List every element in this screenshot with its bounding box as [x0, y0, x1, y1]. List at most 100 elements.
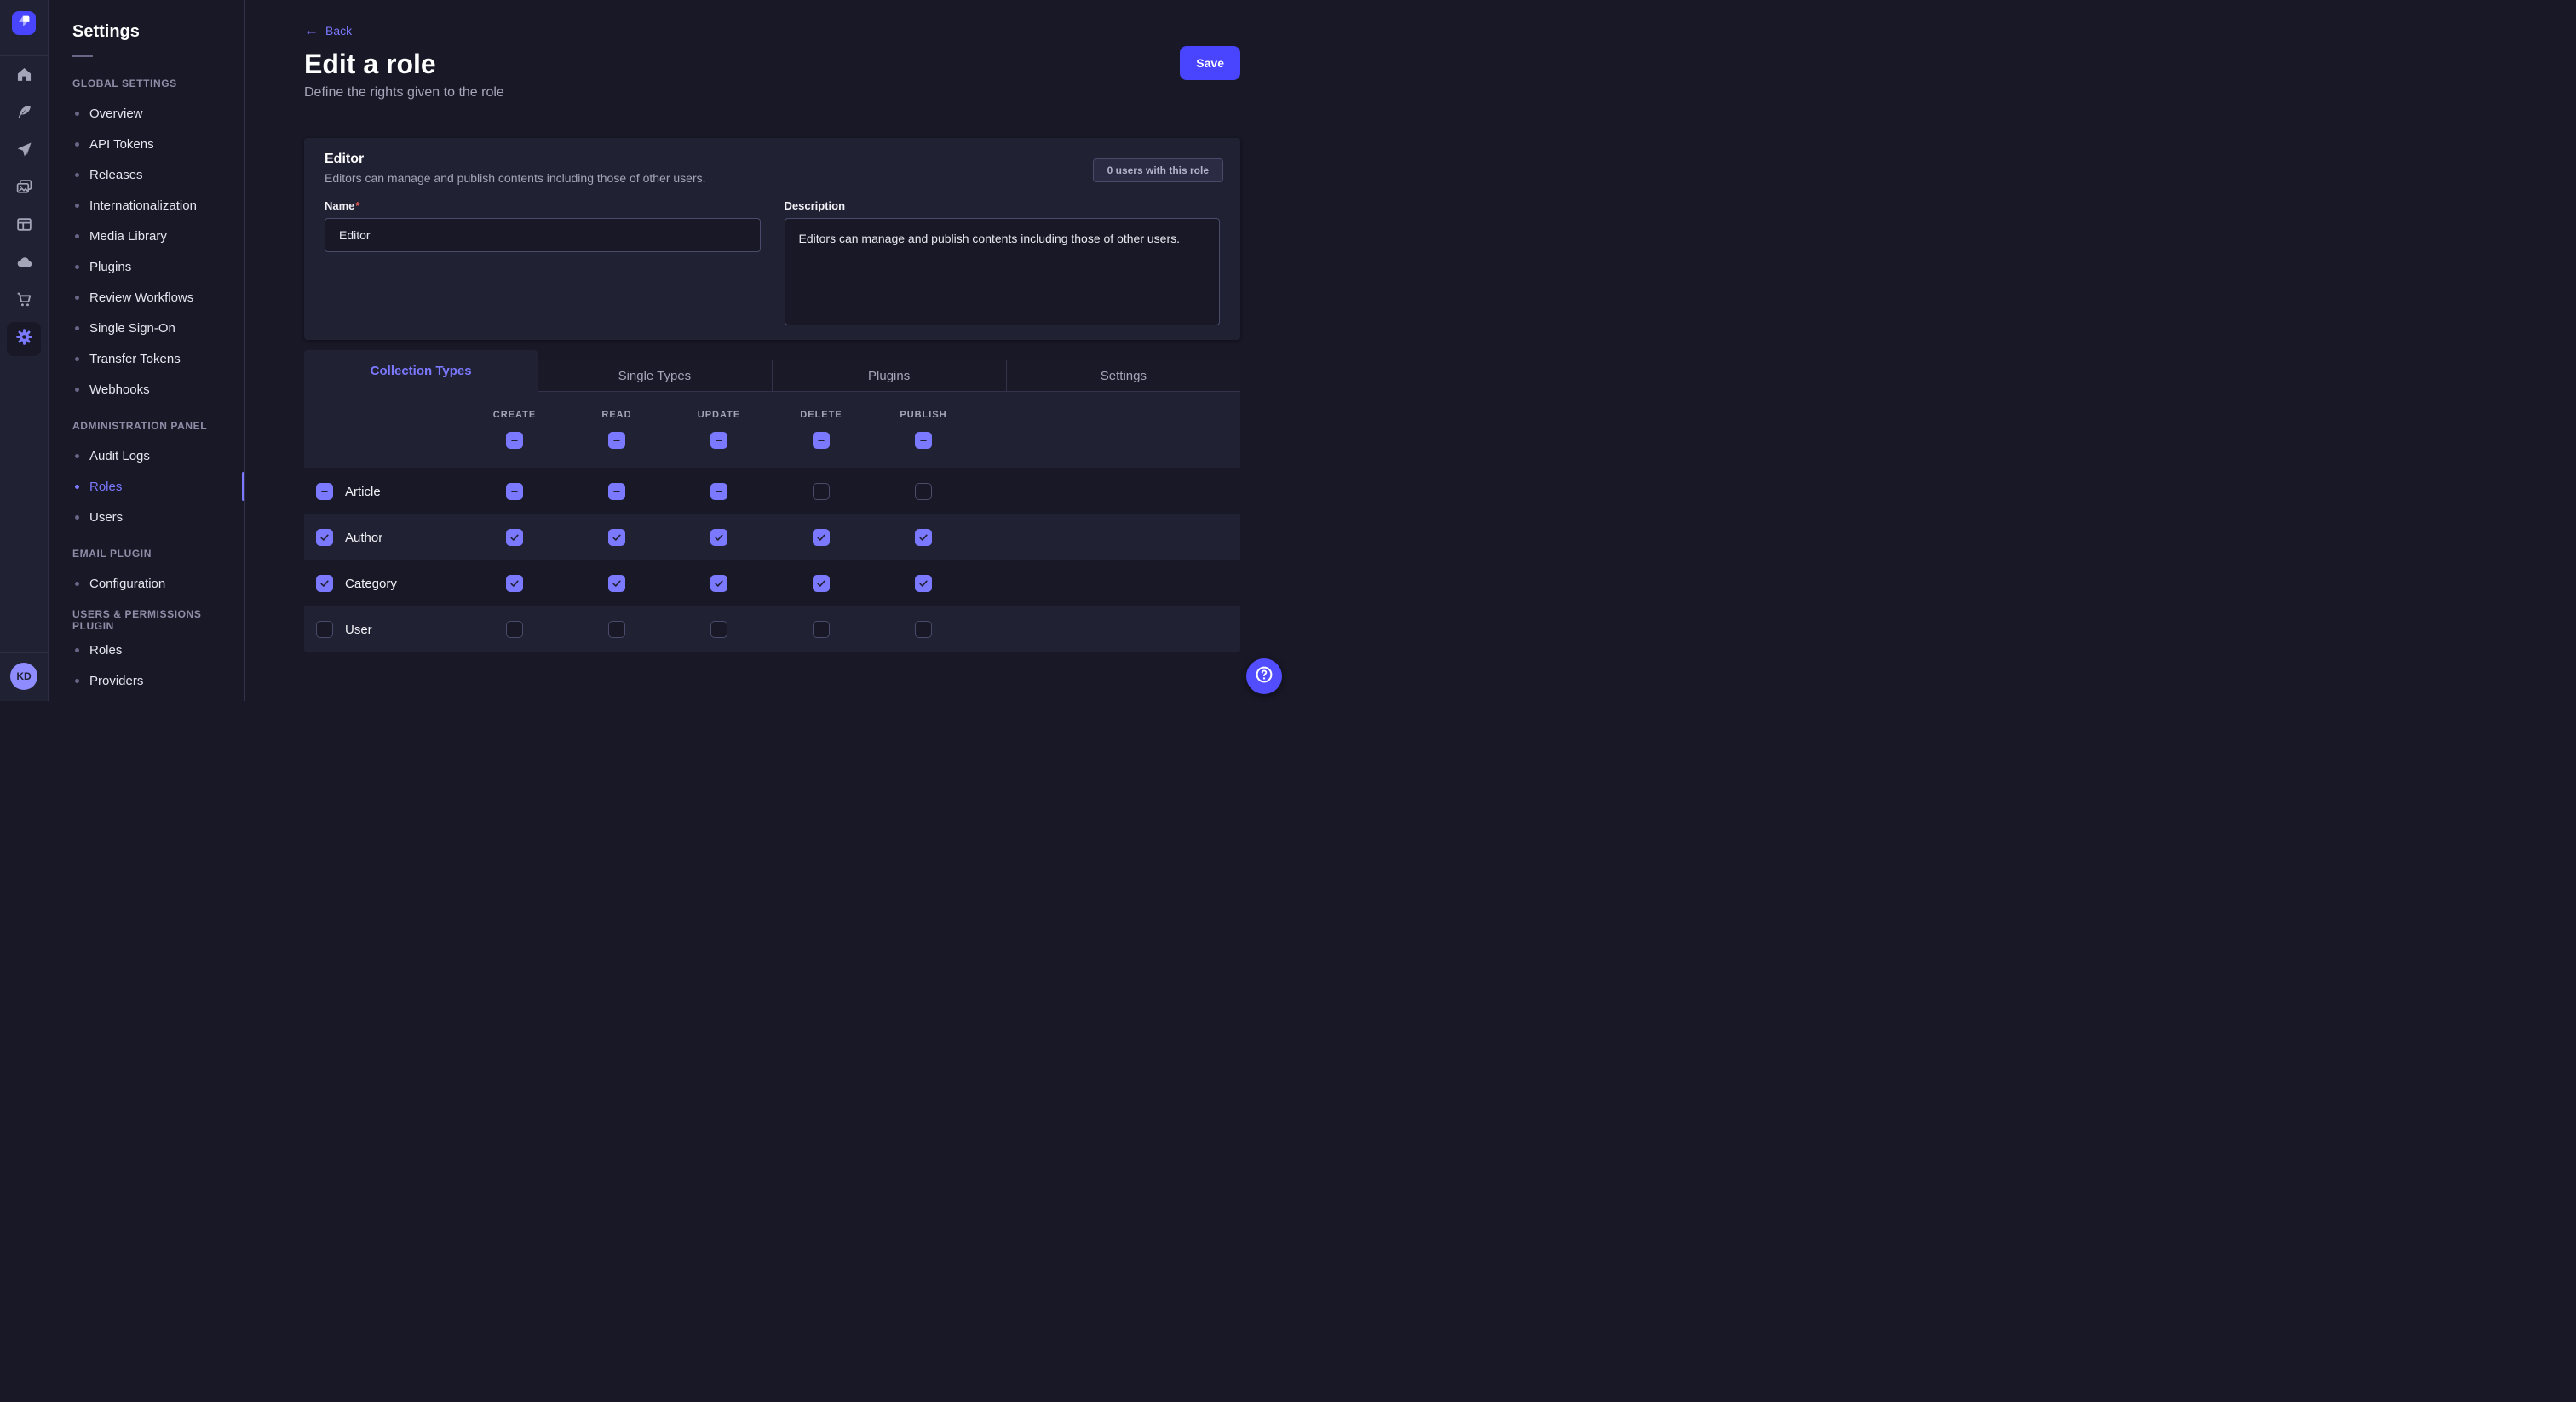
role-card-description: Editors can manage and publish contents …	[325, 170, 1220, 186]
checkbox-article-read[interactable]	[608, 483, 625, 500]
column-label-publish: PUBLISH	[900, 410, 946, 420]
sidebar-item-providers[interactable]: Providers	[49, 665, 244, 696]
checkbox-article-publish[interactable]	[915, 483, 932, 500]
bullet-icon	[75, 582, 79, 586]
sidebar-item-roles[interactable]: Roles	[49, 635, 244, 665]
select-all-checkbox-create[interactable]	[506, 432, 523, 449]
column-update: UPDATE	[668, 392, 770, 468]
select-all-checkbox-delete[interactable]	[813, 432, 830, 449]
checkbox-user-publish[interactable]	[915, 621, 932, 638]
checkbox-article-create[interactable]	[506, 483, 523, 500]
subnav-title: Settings	[72, 22, 244, 42]
permissions-tabs: Collection TypesSingle TypesPluginsSetti…	[304, 350, 1240, 392]
sidebar-item-media-library[interactable]: Media Library	[49, 221, 244, 251]
active-indicator	[242, 472, 244, 501]
bullet-icon	[75, 357, 79, 361]
bullet-icon	[75, 142, 79, 147]
bullet-icon	[75, 485, 79, 489]
checkbox-user-create[interactable]	[506, 621, 523, 638]
subnav-section-users-permissions-plugin: USERS & PERMISSIONS PLUGIN	[49, 606, 244, 635]
bullet-icon	[75, 515, 79, 520]
rail-item-cart[interactable]	[7, 283, 41, 320]
row-select-checkbox-author[interactable]	[316, 529, 333, 546]
rail-item-paper-plane[interactable]	[7, 133, 41, 170]
checkbox-category-create[interactable]	[506, 575, 523, 592]
checkbox-article-update[interactable]	[710, 483, 727, 500]
tab-collection-types[interactable]: Collection Types	[304, 350, 538, 392]
bullet-icon	[75, 679, 79, 683]
checkbox-author-publish[interactable]	[915, 529, 932, 546]
help-button[interactable]	[1246, 658, 1282, 694]
checkbox-author-update[interactable]	[710, 529, 727, 546]
checkbox-author-read[interactable]	[608, 529, 625, 546]
sidebar-item-releases[interactable]: Releases	[49, 159, 244, 190]
media-icon	[15, 178, 33, 200]
select-all-checkbox-publish[interactable]	[915, 432, 932, 449]
sidebar-item-review-workflows[interactable]: Review Workflows	[49, 282, 244, 313]
perm-cell	[463, 483, 566, 500]
checkbox-user-read[interactable]	[608, 621, 625, 638]
checkbox-category-read[interactable]	[608, 575, 625, 592]
sidebar-item-single-sign-on[interactable]: Single Sign-On	[49, 313, 244, 343]
perm-cell	[872, 575, 975, 592]
sidebar-item-api-tokens[interactable]: API Tokens	[49, 129, 244, 159]
perm-cell	[463, 575, 566, 592]
permissions-rows: ArticleAuthorCategoryUser	[304, 468, 1240, 652]
strapi-logo[interactable]	[12, 11, 36, 35]
perm-cell	[770, 621, 872, 638]
sidebar-item-roles[interactable]: Roles	[49, 471, 244, 502]
back-arrow-icon: ←	[304, 25, 319, 37]
checkbox-category-publish[interactable]	[915, 575, 932, 592]
checkbox-article-delete[interactable]	[813, 483, 830, 500]
main-content: ← Back Edit a role Define the rights giv…	[245, 0, 1288, 701]
sidebar-item-internationalization[interactable]: Internationalization	[49, 190, 244, 221]
select-all-checkbox-update[interactable]	[710, 432, 727, 449]
checkbox-category-update[interactable]	[710, 575, 727, 592]
checkbox-user-delete[interactable]	[813, 621, 830, 638]
perm-cell	[770, 483, 872, 500]
sidebar-item-webhooks[interactable]: Webhooks	[49, 374, 244, 405]
row-select-checkbox-user[interactable]	[316, 621, 333, 638]
row-select-checkbox-article[interactable]	[316, 483, 333, 500]
sidebar-item-overview[interactable]: Overview	[49, 98, 244, 129]
rail-item-media[interactable]	[7, 170, 41, 208]
tab-single-types[interactable]: Single Types	[538, 360, 771, 392]
rail-item-home[interactable]	[7, 58, 41, 95]
rail-item-cloud[interactable]	[7, 245, 41, 283]
rail-item-gear[interactable]	[7, 322, 41, 356]
bullet-icon	[75, 296, 79, 300]
save-button[interactable]: Save	[1180, 46, 1240, 80]
checkbox-user-update[interactable]	[710, 621, 727, 638]
users-with-role-badge[interactable]: 0 users with this role	[1093, 158, 1223, 182]
row-select-checkbox-category[interactable]	[316, 575, 333, 592]
tab-settings[interactable]: Settings	[1006, 360, 1240, 392]
subnav-section-global-settings: GLOBAL SETTINGS	[49, 69, 244, 98]
user-avatar[interactable]: KD	[10, 663, 37, 690]
bullet-icon	[75, 265, 79, 269]
checkbox-category-delete[interactable]	[813, 575, 830, 592]
rail-item-layout[interactable]	[7, 208, 41, 245]
description-field-group: Description Editors can manage and publi…	[785, 199, 1221, 330]
bullet-icon	[75, 648, 79, 652]
back-link[interactable]: ← Back	[304, 24, 352, 37]
column-label-update: UPDATE	[698, 410, 740, 420]
select-all-checkbox-read[interactable]	[608, 432, 625, 449]
tab-plugins[interactable]: Plugins	[772, 360, 1006, 392]
role-name-input[interactable]	[325, 218, 761, 252]
subnav-list: GLOBAL SETTINGSOverviewAPI TokensRelease…	[49, 69, 244, 696]
row-label-category: Category	[345, 577, 397, 591]
sidebar-item-audit-logs[interactable]: Audit Logs	[49, 440, 244, 471]
sidebar-item-transfer-tokens[interactable]: Transfer Tokens	[49, 343, 244, 374]
perm-cell	[872, 483, 975, 500]
sidebar-item-configuration[interactable]: Configuration	[49, 568, 244, 599]
rail-item-feather[interactable]	[7, 95, 41, 133]
checkbox-author-delete[interactable]	[813, 529, 830, 546]
checkbox-author-create[interactable]	[506, 529, 523, 546]
role-description-textarea[interactable]: Editors can manage and publish contents …	[785, 218, 1221, 325]
row-label-article: Article	[345, 485, 381, 499]
sidebar-item-plugins[interactable]: Plugins	[49, 251, 244, 282]
column-label-read: READ	[601, 410, 631, 420]
perm-cell	[872, 529, 975, 546]
sidebar-item-users[interactable]: Users	[49, 502, 244, 532]
cart-icon	[15, 290, 33, 313]
